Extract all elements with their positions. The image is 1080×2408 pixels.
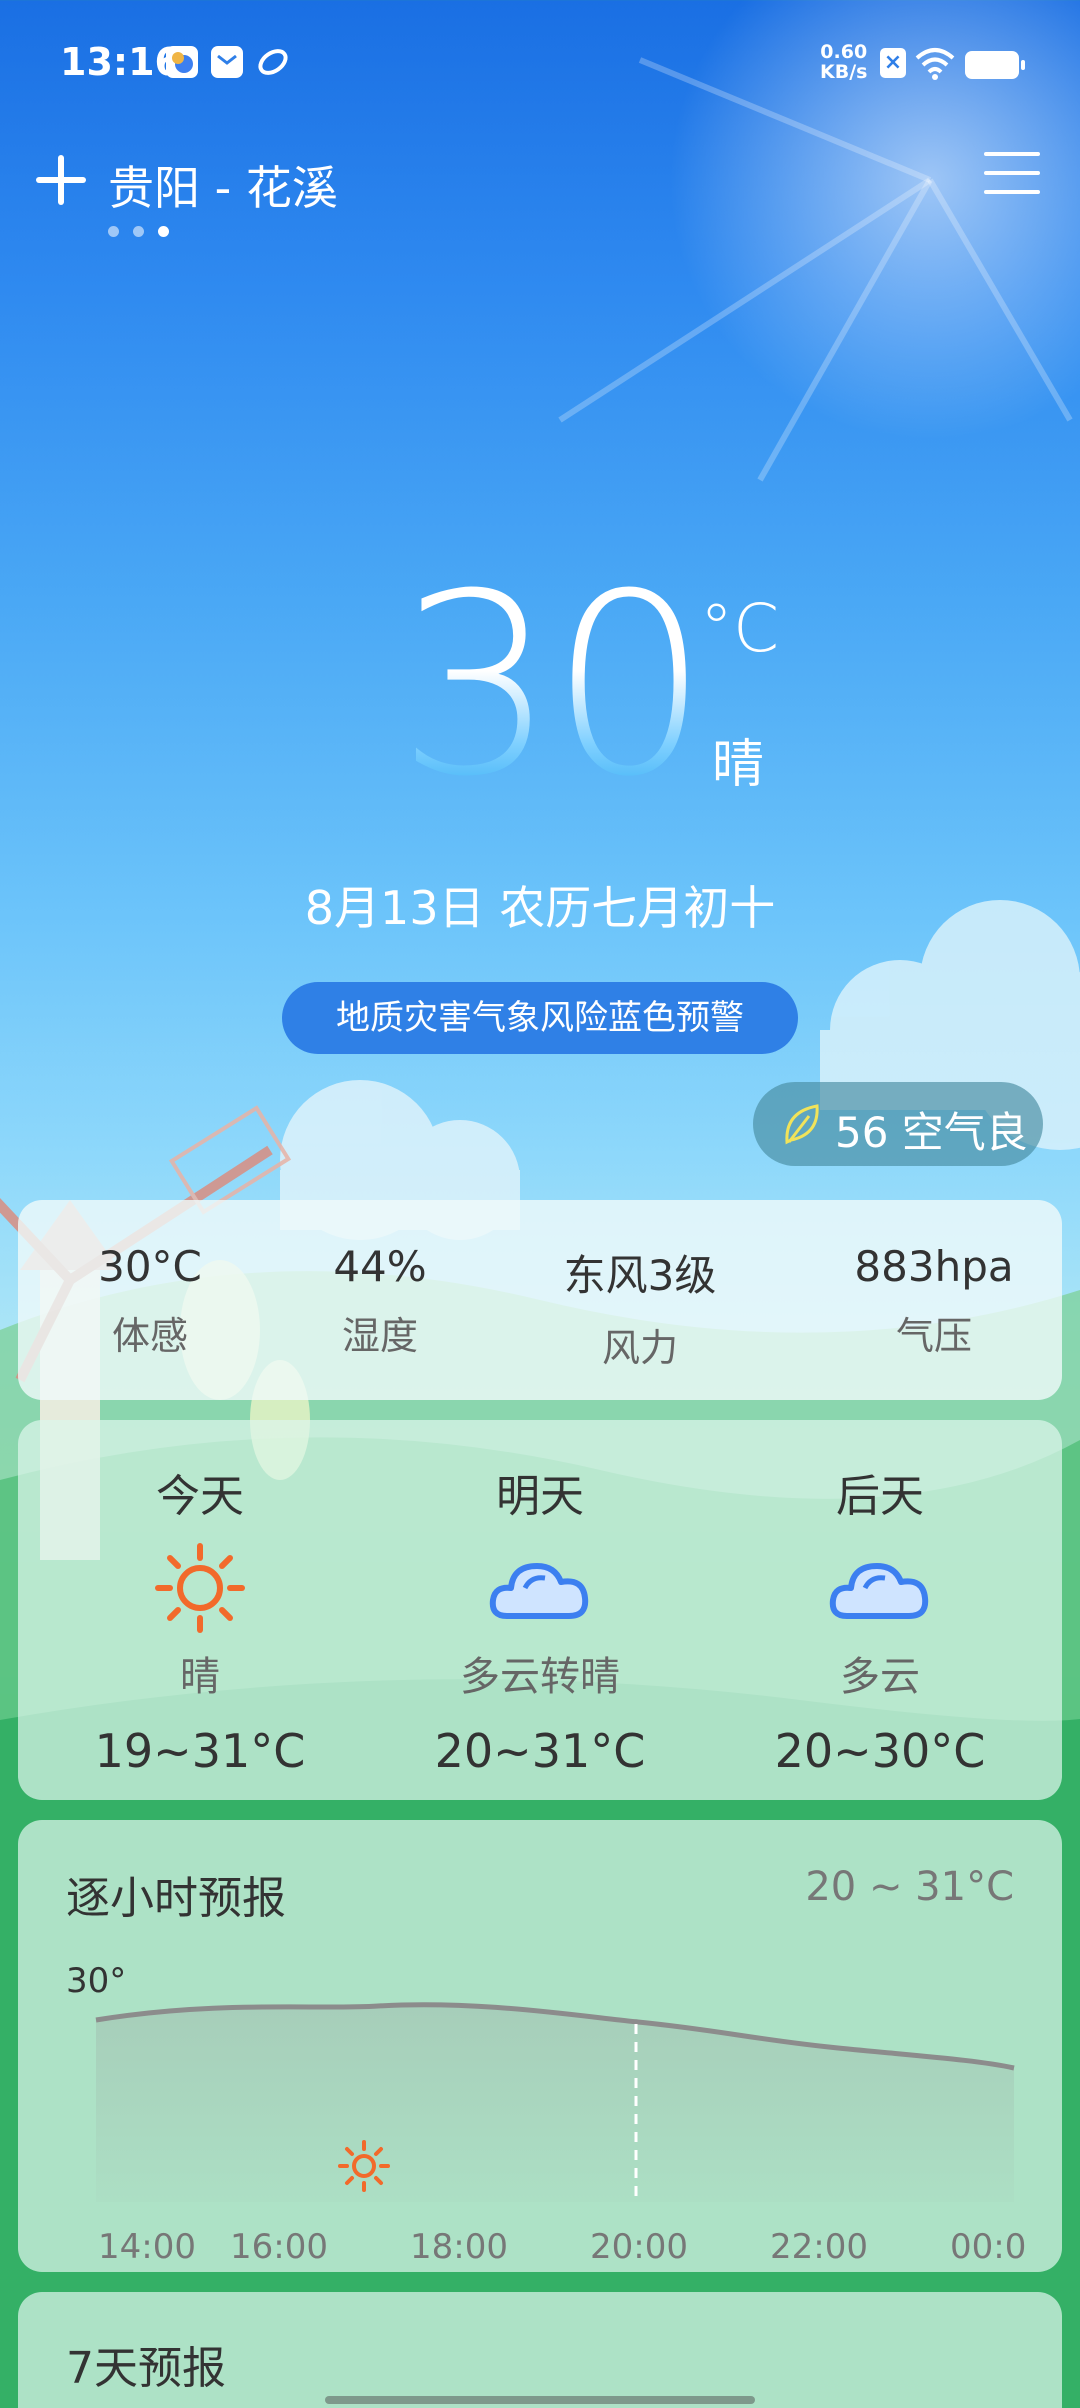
net-speed-unit: KB/s	[820, 61, 868, 83]
home-indicator[interactable]	[325, 2396, 755, 2404]
temperature-unit: °C	[700, 590, 780, 667]
status-time: 13:16	[60, 40, 181, 84]
status-bar: 13:16 0.60 KB/s ×	[0, 0, 1080, 130]
date-line: 8月13日 农历七月初十	[304, 881, 776, 935]
hour-label: 16:00	[230, 2227, 328, 2267]
day-tomorrow[interactable]: 明天 多云转晴 20~31°C	[370, 1460, 710, 1778]
wind-value: 东风3级	[563, 1251, 717, 1300]
menu-icon	[984, 152, 1040, 194]
day-condition: 晴	[180, 1654, 220, 1700]
current-temperature: 30	[397, 560, 709, 810]
seven-day-title: 7天预报	[66, 2343, 226, 2394]
wind-label: 风力	[601, 1326, 678, 1370]
humidity: 44% 湿度	[270, 1242, 490, 1360]
page-dot	[108, 226, 119, 237]
hour-label: 18:00	[410, 2227, 508, 2267]
day-temp-range: 20~30°C	[774, 1724, 986, 1778]
hour-label: 22:00	[770, 2227, 868, 2267]
battery-icon	[965, 51, 1025, 79]
svg-text:30: 30	[397, 560, 703, 810]
day-condition: 多云	[840, 1654, 920, 1700]
day-temp-range: 20~31°C	[434, 1724, 646, 1778]
humidity-label: 湿度	[341, 1314, 418, 1358]
feels-like: 30°C 体感	[40, 1242, 260, 1360]
seven-day-forecast-card[interactable]: 7天预报	[18, 2292, 1062, 2408]
day-temp-range: 19~31°C	[94, 1724, 306, 1778]
page-dot-active	[158, 226, 169, 237]
day-name: 明天	[496, 1471, 584, 1522]
mail-icon	[211, 46, 243, 78]
page-indicator	[108, 222, 183, 241]
hourly-range: 20 ~ 31°C	[805, 1864, 1014, 1910]
hour-labels: 14:00 16:00 18:00 20:00 22:00 00:0	[98, 2227, 1026, 2267]
hour-label: 14:00	[98, 2227, 196, 2267]
link-icon	[256, 46, 290, 78]
feels-like-value: 30°C	[98, 1242, 202, 1291]
hourly-forecast-card[interactable]: 逐小时预报 20 ~ 31°C 30° 14:00 16:00 18:00 20:00…	[18, 1820, 1062, 2272]
daily-forecast-card[interactable]: 今天 晴 19~31°C 明天 多云转晴 20~31°C 后天 多云 20~30…	[18, 1420, 1062, 1800]
day-name: 今天	[156, 1471, 244, 1522]
wifi-icon	[915, 46, 955, 80]
wind: 东风3级 风力	[530, 1242, 750, 1372]
pressure: 883hpa 气压	[824, 1242, 1044, 1360]
cloud-icon	[829, 1563, 929, 1619]
add-city-button[interactable]	[36, 155, 86, 205]
city-title[interactable]: 贵阳 - 花溪	[108, 152, 338, 218]
aqi-text: 56 空气良	[835, 1108, 1028, 1157]
humidity-value: 44%	[333, 1242, 427, 1291]
pressure-label: 气压	[895, 1314, 972, 1358]
net-speed: 0.60 KB/s	[820, 42, 867, 82]
day-condition: 多云转晴	[460, 1654, 620, 1700]
page-dot	[133, 226, 144, 237]
hourly-chart[interactable]: 30° 14:00 16:00 18:00 20:00 22:00 00:0	[18, 1940, 1062, 2272]
app-icon	[166, 46, 198, 78]
sun-icon	[155, 1543, 245, 1633]
details-card: 30°C 体感 44% 湿度 东风3级 风力 883hpa 气压	[18, 1200, 1062, 1400]
day-name: 后天	[836, 1471, 924, 1522]
aqi-badge[interactable]: 56 空气良	[753, 1082, 1043, 1166]
menu-button[interactable]	[984, 152, 1040, 198]
pressure-value: 883hpa	[854, 1242, 1014, 1291]
plus-icon	[36, 155, 86, 205]
temp-area	[96, 2004, 1014, 2202]
cloud-icon	[489, 1563, 589, 1619]
hour-label: 00:0	[950, 2227, 1026, 2267]
net-speed-value: 0.60	[820, 41, 868, 63]
max-temp-label: 30°	[66, 1961, 126, 2001]
feels-like-label: 体感	[111, 1314, 188, 1358]
weather-warning-badge[interactable]: 地质灾害气象风险蓝色预警	[282, 982, 798, 1054]
day-today[interactable]: 今天 晴 19~31°C	[30, 1460, 370, 1778]
hour-label: 20:00	[590, 2227, 688, 2267]
current-condition: 晴	[712, 735, 765, 795]
no-sim-icon: ×	[880, 48, 906, 78]
leaf-icon	[785, 1104, 819, 1145]
day-after-tomorrow[interactable]: 后天 多云 20~30°C	[710, 1460, 1050, 1778]
hourly-title: 逐小时预报	[66, 1873, 286, 1924]
